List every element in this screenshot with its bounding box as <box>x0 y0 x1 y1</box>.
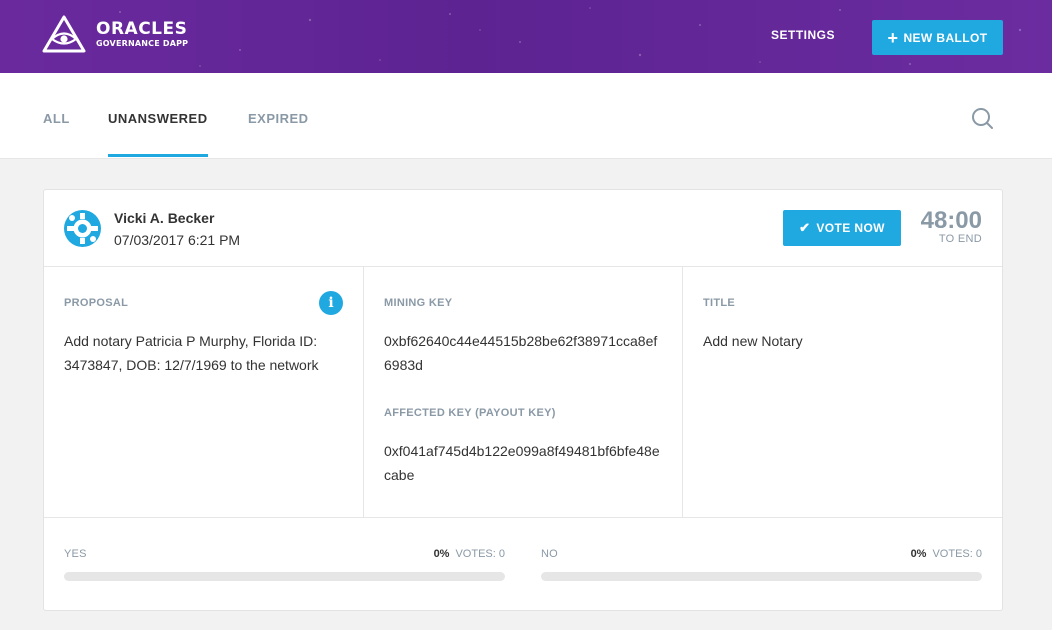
no-progress-bar <box>541 572 982 581</box>
filter-tabs: ALL UNANSWERED EXPIRED <box>0 73 1052 159</box>
new-ballot-button[interactable]: + NEW BALLOT <box>872 20 1003 55</box>
yes-stats: 0% VOTES: 0 <box>434 548 505 560</box>
time-remaining: 48:00 TO END <box>921 208 982 245</box>
yes-percent: 0% <box>433 548 450 560</box>
ballot-details: PROPOSAL i Add notary Patricia P Murphy,… <box>44 267 1002 518</box>
info-icon[interactable]: i <box>319 291 343 315</box>
check-icon: ✔ <box>799 220 811 235</box>
search-icon[interactable] <box>971 107 993 129</box>
plus-icon: + <box>887 27 899 48</box>
mining-key-label: MINING KEY <box>384 297 453 309</box>
yes-result: YES 0% VOTES: 0 <box>64 548 505 581</box>
tab-expired[interactable]: EXPIRED <box>248 111 309 126</box>
title-label: TITLE <box>703 297 736 309</box>
vote-results: YES 0% VOTES: 0 NO 0% VOTES: 0 <box>44 518 1002 610</box>
no-stats: 0% VOTES: 0 <box>911 548 982 560</box>
settings-link[interactable]: SETTINGS <box>771 28 835 42</box>
yes-votes: VOTES: 0 <box>455 548 505 560</box>
app-header: ORACLES GOVERNANCE DAPP SETTINGS + NEW B… <box>0 0 1052 73</box>
brand-title: ORACLES <box>96 18 188 39</box>
time-remaining-value: 48:00 <box>920 207 982 234</box>
ballot-header: Vicki A. Becker 07/03/2017 6:21 PM ✔ VOT… <box>44 190 1002 267</box>
new-ballot-label: NEW BALLOT <box>903 30 988 45</box>
vote-now-label: VOTE NOW <box>816 221 885 235</box>
title-column: TITLE Add new Notary <box>683 267 1002 518</box>
affected-key-value: 0xf041af745d4b122e099a8f49481bf6bfe48eca… <box>384 443 660 483</box>
proposal-text: Add notary Patricia P Murphy, Florida ID… <box>64 333 319 373</box>
time-remaining-label: TO END <box>938 233 982 245</box>
affected-key-label: AFFECTED KEY (PAYOUT KEY) <box>384 407 556 419</box>
mining-key-value: 0xbf62640c44e44515b28be62f38971cca8ef698… <box>384 333 658 373</box>
created-date: 07/03/2017 6:21 PM <box>114 232 241 248</box>
vote-now-button[interactable]: ✔ VOTE NOW <box>783 210 901 246</box>
active-tab-indicator <box>108 154 208 157</box>
proposal-label: PROPOSAL <box>64 297 129 309</box>
tab-all[interactable]: ALL <box>43 111 70 126</box>
eye-triangle-logo-icon <box>42 15 86 53</box>
avatar <box>64 210 101 247</box>
creator-name: Vicki A. Becker <box>114 210 215 226</box>
brand-logo[interactable]: ORACLES GOVERNANCE DAPP <box>42 15 188 53</box>
no-percent: 0% <box>910 548 927 560</box>
keys-column: MINING KEY 0xbf62640c44e44515b28be62f389… <box>364 267 683 518</box>
proposal-column: PROPOSAL i Add notary Patricia P Murphy,… <box>44 267 364 518</box>
brand-subtitle: GOVERNANCE DAPP <box>96 38 189 48</box>
title-value: Add new Notary <box>703 333 803 349</box>
ballot-card: Vicki A. Becker 07/03/2017 6:21 PM ✔ VOT… <box>43 189 1003 611</box>
tab-unanswered[interactable]: UNANSWERED <box>108 111 208 126</box>
no-result: NO 0% VOTES: 0 <box>541 548 982 581</box>
yes-progress-bar <box>64 572 505 581</box>
no-votes: VOTES: 0 <box>932 548 982 560</box>
